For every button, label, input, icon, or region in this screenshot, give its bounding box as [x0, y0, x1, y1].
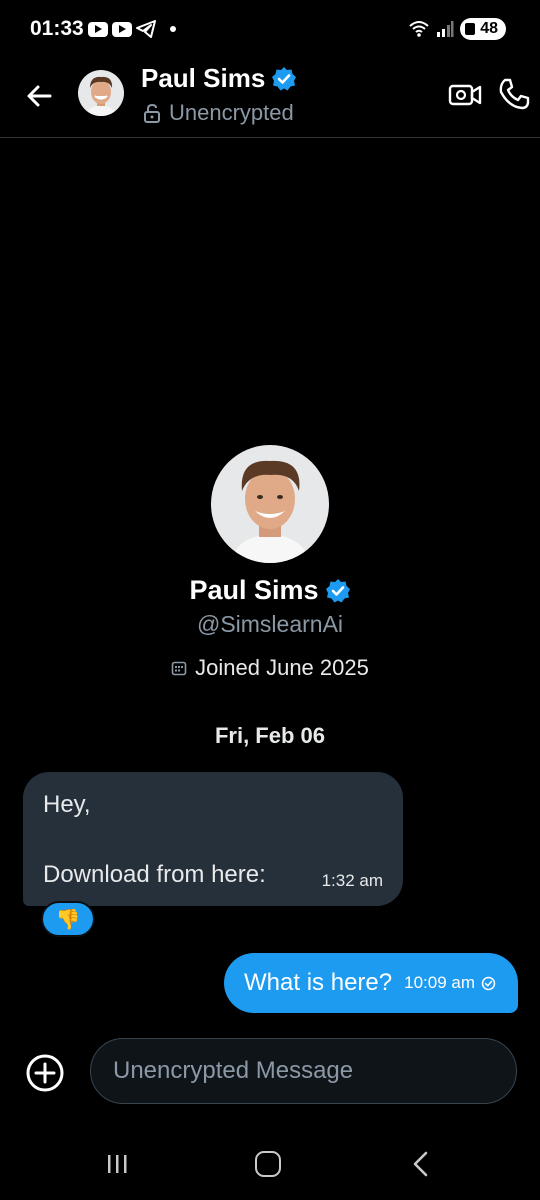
- notification-icons: [88, 20, 176, 38]
- youtube-notification-icon: [88, 21, 108, 37]
- header-name-row[interactable]: Paul Sims: [141, 63, 297, 94]
- message-text-line: Download from here:: [43, 861, 266, 888]
- message-text: What is here?: [244, 969, 393, 996]
- date-separator: Fri, Feb 06: [214, 723, 326, 748]
- phone-icon[interactable]: [496, 76, 532, 112]
- message-time: 10:09 am: [404, 973, 475, 992]
- status-time: 01:33: [30, 17, 84, 40]
- status-bar: 01:33 48: [0, 0, 540, 60]
- encryption-status-text: Unencrypted: [169, 100, 294, 125]
- message-text-line: Hey,: [43, 791, 91, 818]
- profile-name: Paul Sims: [189, 575, 319, 605]
- youtube-notification-icon: [112, 21, 132, 37]
- add-attachment-icon[interactable]: [24, 1052, 66, 1094]
- unlocked-lock-icon: [144, 103, 160, 123]
- conversation-header: Paul Sims Unencrypted: [0, 60, 540, 138]
- telegram-notification-icon: [136, 20, 156, 38]
- message-time-row: 10:09 am: [404, 973, 496, 993]
- battery-icon: 48: [460, 18, 506, 40]
- incoming-message[interactable]: Hey, Download from here: 1:32 am: [23, 772, 403, 906]
- message-time: 1:32 am: [321, 871, 383, 890]
- sent-check-icon: [481, 976, 496, 990]
- verified-badge-icon: [325, 578, 350, 602]
- system-navigation-bar: [0, 1128, 540, 1200]
- joined-date-row: Joined June 2025: [0, 655, 540, 681]
- encryption-status: Unencrypted: [143, 100, 294, 126]
- outgoing-message[interactable]: What is here? 10:09 am: [224, 953, 518, 1013]
- recent-apps-icon[interactable]: [104, 1152, 130, 1176]
- calendar-icon: [171, 661, 187, 676]
- message-input[interactable]: [113, 1039, 493, 1103]
- verified-badge-icon: [272, 66, 297, 90]
- profile-avatar[interactable]: [211, 445, 329, 563]
- profile-name-row: Paul Sims: [0, 575, 540, 606]
- home-icon[interactable]: [255, 1151, 281, 1177]
- back-nav-icon[interactable]: [408, 1150, 432, 1178]
- system-icons: 48: [408, 18, 506, 40]
- wifi-icon: [409, 21, 429, 37]
- header-name: Paul Sims: [141, 63, 266, 93]
- signal-icon: [437, 21, 454, 37]
- avatar-image: [78, 70, 124, 116]
- reaction-badge[interactable]: 👎: [41, 901, 95, 937]
- joined-date: Joined June 2025: [195, 655, 369, 680]
- avatar[interactable]: [78, 70, 124, 116]
- arrow-left-icon[interactable]: [22, 78, 58, 114]
- thumbs-down-emoji: 👎: [55, 908, 81, 931]
- message-composer[interactable]: [90, 1038, 517, 1104]
- more-notifications-dot: [170, 26, 176, 32]
- profile-handle: @SimslearnAi: [196, 611, 344, 637]
- profile-avatar-image: [211, 445, 329, 563]
- video-call-icon[interactable]: [448, 78, 482, 112]
